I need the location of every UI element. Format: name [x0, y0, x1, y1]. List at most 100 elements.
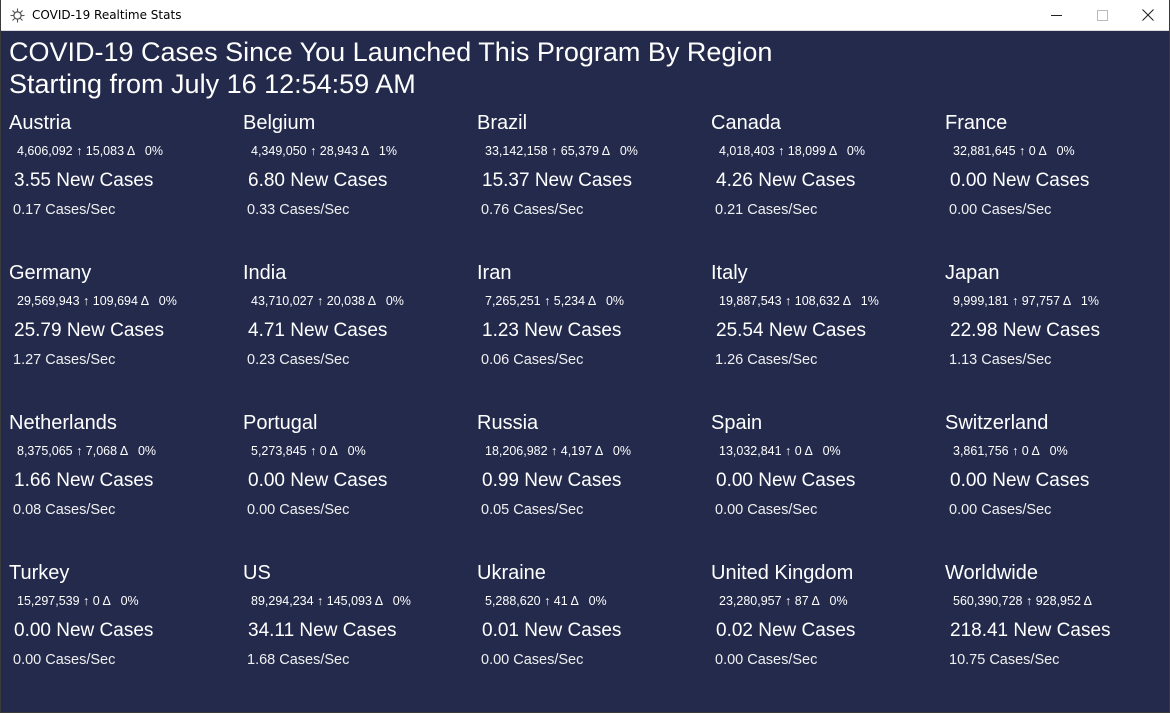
region-cases-per-sec: 1.27 Cases/Sec — [13, 352, 116, 368]
maximize-button[interactable] — [1079, 0, 1125, 30]
close-button[interactable] — [1125, 0, 1170, 30]
region-new-cases: 0.02 New Cases — [716, 620, 856, 641]
region-new-cases: 25.79 New Cases — [14, 320, 164, 341]
region-card: Netherlands 8,375,065 ↑ 7,068 Δ 0% 1.66 … — [9, 411, 239, 531]
region-card: India 43,710,027 ↑ 20,038 Δ 0% 4.71 New … — [243, 261, 473, 381]
region-name: US — [243, 562, 271, 584]
region-total-stats: 5,273,845 ↑ 0 Δ 0% — [251, 444, 366, 458]
region-new-cases: 15.37 New Cases — [482, 170, 632, 191]
region-name: Belgium — [243, 112, 316, 134]
region-name: Iran — [477, 262, 512, 284]
region-cases-per-sec: 0.00 Cases/Sec — [715, 652, 818, 668]
region-card: Worldwide 560,390,728 ↑ 928,952 Δ 218.41… — [945, 561, 1170, 681]
region-name: Spain — [711, 412, 763, 434]
region-cases-per-sec: 0.76 Cases/Sec — [481, 202, 584, 218]
region-cases-per-sec: 0.00 Cases/Sec — [949, 502, 1052, 518]
region-new-cases: 1.23 New Cases — [482, 320, 622, 341]
start-time-label: Starting from July 16 12:54:59 AM — [9, 69, 416, 99]
region-total-stats: 8,375,065 ↑ 7,068 Δ 0% — [17, 444, 157, 458]
region-name: Netherlands — [9, 412, 117, 434]
region-name: Russia — [477, 412, 539, 434]
region-name: United Kingdom — [711, 562, 854, 584]
region-total-stats: 29,569,943 ↑ 109,694 Δ 0% — [17, 294, 177, 308]
maximize-icon — [1096, 9, 1108, 21]
minimize-button[interactable] — [1033, 0, 1079, 30]
page-title: COVID-19 Cases Since You Launched This P… — [9, 37, 773, 67]
region-card: Italy 19,887,543 ↑ 108,632 Δ 1% 25.54 Ne… — [711, 261, 941, 381]
region-total-stats: 19,887,543 ↑ 108,632 Δ 1% — [719, 294, 879, 308]
region-total-stats: 18,206,982 ↑ 4,197 Δ 0% — [485, 444, 631, 458]
window-title: COVID-19 Realtime Stats — [32, 8, 182, 22]
region-total-stats: 43,710,027 ↑ 20,038 Δ 0% — [251, 294, 404, 308]
region-total-stats: 4,606,092 ↑ 15,083 Δ 0% — [17, 144, 163, 158]
region-new-cases: 0.99 New Cases — [482, 470, 622, 491]
region-cases-per-sec: 0.00 Cases/Sec — [13, 652, 116, 668]
region-cases-per-sec: 1.13 Cases/Sec — [949, 352, 1052, 368]
region-new-cases: 0.00 New Cases — [248, 470, 388, 491]
region-total-stats: 89,294,234 ↑ 145,093 Δ 0% — [251, 594, 411, 608]
region-card: Iran 7,265,251 ↑ 5,234 Δ 0% 1.23 New Cas… — [477, 261, 707, 381]
main-content: COVID-19 Cases Since You Launched This P… — [1, 31, 1169, 712]
virus-icon — [10, 8, 25, 23]
region-new-cases: 34.11 New Cases — [248, 620, 397, 641]
region-cases-per-sec: 0.17 Cases/Sec — [13, 202, 116, 218]
region-cases-per-sec: 0.00 Cases/Sec — [481, 652, 584, 668]
region-card: Turkey 15,297,539 ↑ 0 Δ 0% 0.00 New Case… — [9, 561, 239, 681]
region-card: Japan 9,999,181 ↑ 97,757 Δ 1% 22.98 New … — [945, 261, 1170, 381]
minimize-icon — [1050, 14, 1062, 16]
region-cases-per-sec: 1.26 Cases/Sec — [715, 352, 818, 368]
region-name: Canada — [711, 112, 782, 134]
region-card: Belgium 4,349,050 ↑ 28,943 Δ 1% 6.80 New… — [243, 111, 473, 231]
region-card: United Kingdom 23,280,957 ↑ 87 Δ 0% 0.02… — [711, 561, 941, 681]
region-cases-per-sec: 0.05 Cases/Sec — [481, 502, 584, 518]
region-card: Spain 13,032,841 ↑ 0 Δ 0% 0.00 New Cases… — [711, 411, 941, 531]
region-name: Italy — [711, 262, 748, 284]
region-total-stats: 15,297,539 ↑ 0 Δ 0% — [17, 594, 139, 608]
region-new-cases: 0.01 New Cases — [482, 620, 622, 641]
region-name: Ukraine — [477, 562, 546, 584]
region-name: Brazil — [477, 112, 528, 134]
region-new-cases: 4.26 New Cases — [716, 170, 856, 191]
region-card: Ukraine 5,288,620 ↑ 41 Δ 0% 0.01 New Cas… — [477, 561, 707, 681]
region-name: Turkey — [9, 562, 70, 584]
region-card: Russia 18,206,982 ↑ 4,197 Δ 0% 0.99 New … — [477, 411, 707, 531]
region-new-cases: 218.41 New Cases — [950, 620, 1111, 641]
region-total-stats: 7,265,251 ↑ 5,234 Δ 0% — [485, 294, 625, 308]
region-name: Japan — [945, 262, 1000, 284]
region-total-stats: 13,032,841 ↑ 0 Δ 0% — [719, 444, 841, 458]
close-icon — [1142, 9, 1154, 21]
region-new-cases: 4.71 New Cases — [248, 320, 388, 341]
region-new-cases: 6.80 New Cases — [248, 170, 388, 191]
region-new-cases: 0.00 New Cases — [14, 620, 154, 641]
region-total-stats: 23,280,957 ↑ 87 Δ 0% — [719, 594, 848, 608]
region-name: Germany — [9, 262, 92, 284]
region-cases-per-sec: 1.68 Cases/Sec — [247, 652, 350, 668]
region-cases-per-sec: 0.00 Cases/Sec — [715, 502, 818, 518]
region-new-cases: 3.55 New Cases — [14, 170, 154, 191]
region-cases-per-sec: 0.00 Cases/Sec — [247, 502, 350, 518]
region-cases-per-sec: 0.23 Cases/Sec — [247, 352, 350, 368]
region-card: Canada 4,018,403 ↑ 18,099 Δ 0% 4.26 New … — [711, 111, 941, 231]
region-cases-per-sec: 0.21 Cases/Sec — [715, 202, 818, 218]
region-name: France — [945, 112, 1008, 134]
region-name: Worldwide — [945, 562, 1038, 584]
region-total-stats: 32,881,645 ↑ 0 Δ 0% — [953, 144, 1075, 158]
region-card: Portugal 5,273,845 ↑ 0 Δ 0% 0.00 New Cas… — [243, 411, 473, 531]
region-card: Switzerland 3,861,756 ↑ 0 Δ 0% 0.00 New … — [945, 411, 1170, 531]
region-cases-per-sec: 0.08 Cases/Sec — [13, 502, 116, 518]
region-new-cases: 0.00 New Cases — [950, 170, 1090, 191]
region-new-cases: 0.00 New Cases — [950, 470, 1090, 491]
region-name: Austria — [9, 112, 72, 134]
region-name: Switzerland — [945, 412, 1049, 434]
region-cases-per-sec: 10.75 Cases/Sec — [949, 652, 1060, 668]
region-total-stats: 33,142,158 ↑ 65,379 Δ 0% — [485, 144, 638, 158]
region-total-stats: 9,999,181 ↑ 97,757 Δ 1% — [953, 294, 1099, 308]
region-cases-per-sec: 0.06 Cases/Sec — [481, 352, 584, 368]
region-card: Austria 4,606,092 ↑ 15,083 Δ 0% 3.55 New… — [9, 111, 239, 231]
title-bar[interactable]: COVID-19 Realtime Stats — [1, 0, 1169, 31]
region-card: Germany 29,569,943 ↑ 109,694 Δ 0% 25.79 … — [9, 261, 239, 381]
region-card: France 32,881,645 ↑ 0 Δ 0% 0.00 New Case… — [945, 111, 1170, 231]
app-window: COVID-19 Realtime Stats COVID-19 Cases S… — [0, 0, 1170, 713]
region-new-cases: 22.98 New Cases — [950, 320, 1100, 341]
region-total-stats: 5,288,620 ↑ 41 Δ 0% — [485, 594, 607, 608]
